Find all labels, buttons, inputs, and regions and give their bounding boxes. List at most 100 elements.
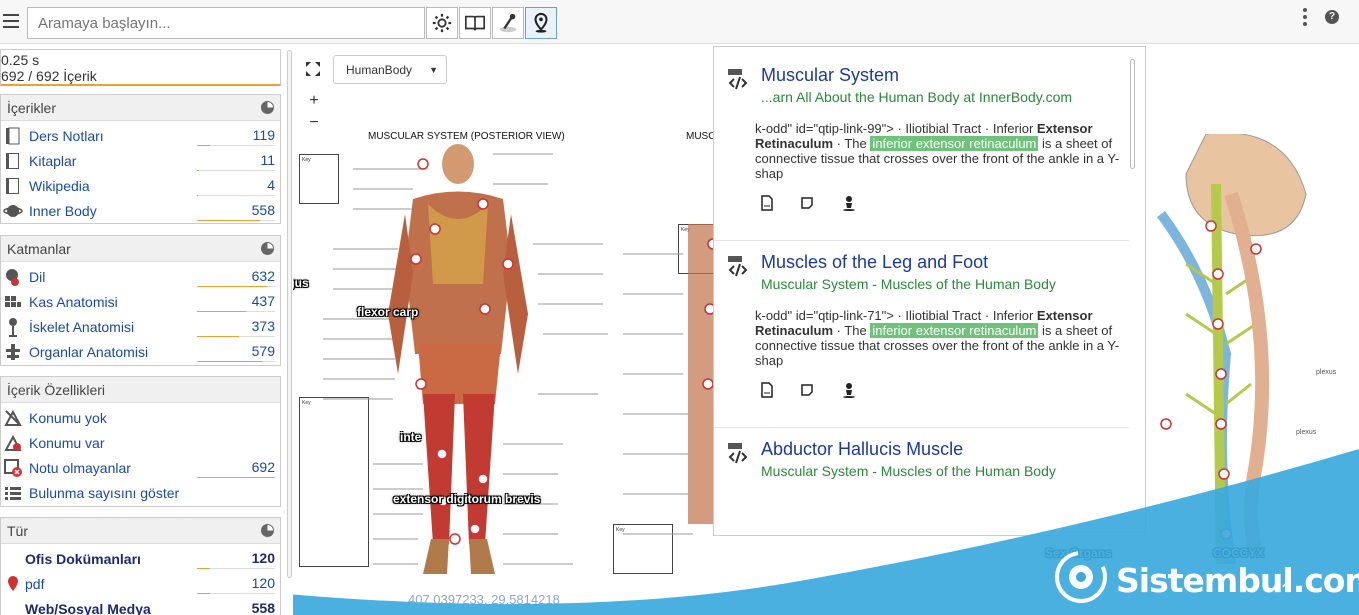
facet-item-label: Konumu yok: [29, 410, 107, 426]
code-file-icon: [728, 69, 748, 90]
facet-item-label: Ders Notları: [29, 128, 104, 144]
facet-item[interactable]: Bulunma sayısını göster: [1, 480, 280, 505]
facet-item[interactable]: Kas Anatomisi 437: [1, 289, 280, 314]
pin-flag-button[interactable]: [492, 7, 524, 39]
svg-text:plexus: plexus: [1296, 429, 1317, 436]
facet-item-label: İskelet Anatomisi: [29, 319, 135, 335]
facet-item-bar: [197, 170, 275, 171]
facet-item[interactable]: Konumu yok: [1, 405, 280, 430]
pin-flag-icon: [499, 13, 517, 33]
result-title[interactable]: Muscular System: [761, 65, 899, 86]
facet-item-count: 119: [252, 127, 275, 143]
pie-chart-icon[interactable]: [261, 242, 274, 255]
facet-item-label: Kitaplar: [29, 153, 77, 169]
settings-button[interactable]: [426, 7, 458, 39]
facet-katmanlar: Katmanlar Dil 632 Kas Anatomisi 437 İskelet …: [0, 235, 281, 366]
facet-item[interactable]: Organlar Anatomisi 579: [1, 339, 280, 364]
facet-title: İçerikler: [7, 100, 57, 116]
facet-item-label: Kas Anatomisi: [29, 294, 118, 310]
planet-icon: [3, 201, 23, 221]
notebook-icon: [3, 126, 23, 146]
list-icon: [3, 483, 23, 503]
facet-item-count: 120: [251, 550, 275, 566]
facet-header[interactable]: İçerikler: [1, 95, 280, 121]
facet-item-bar: [197, 568, 275, 569]
sidebar: 0.25 s 692 / 692 İçerik İçerikler Ders N…: [0, 44, 284, 615]
facet-item[interactable]: Kitaplar 11: [1, 148, 280, 173]
book-button[interactable]: [459, 7, 491, 39]
facet-item-count: 373: [251, 318, 275, 334]
facet-item-bar: [197, 593, 275, 594]
snippet-text: · The: [833, 136, 871, 151]
facet-item-label: Konumu var: [29, 435, 105, 451]
skeleton-icon: [3, 317, 23, 337]
help-icon[interactable]: ?: [1325, 10, 1339, 24]
snippet-highlight: inferior extensor retinaculum: [870, 323, 1039, 338]
chart-title: MUSCULAR SYSTEM (POSTERIOR VIEW): [368, 131, 565, 142]
muscle-icon: [3, 292, 23, 312]
coordinate-readout: 407.0397233, 29.5814218: [408, 592, 560, 607]
facet-item[interactable]: Wikipedia 4: [1, 173, 280, 198]
facet-item[interactable]: Inner Body 558: [1, 198, 280, 223]
facet-item[interactable]: Ofis Dokümanları 120: [1, 546, 280, 571]
zoom-out-button[interactable]: −: [303, 114, 325, 132]
map-label[interactable]: abductor pollicis longus: [293, 276, 309, 290]
result-count: 692 / 692 İçerik: [1, 68, 97, 84]
result-title[interactable]: Muscles of the Leg and Foot: [761, 252, 988, 273]
facet-header[interactable]: İçerik Özellikleri: [1, 377, 280, 403]
location-icon: [3, 433, 23, 453]
note-icon[interactable]: [799, 382, 815, 398]
fullscreen-icon[interactable]: [305, 61, 321, 77]
facet-title: Katmanlar: [7, 241, 71, 257]
result-subtitle: ...arn All About the Human Body at Inner…: [761, 89, 1073, 105]
facet-item-count: 632: [251, 268, 275, 284]
popup-scrollbar[interactable]: [1130, 59, 1135, 169]
top-toolbar: ?: [0, 0, 1359, 44]
result-snippet: k-odd" id="qtip-link-99"> · Iliotibial T…: [755, 121, 1127, 181]
facet-item-bar: [197, 286, 275, 287]
facet-item[interactable]: Notu olmayanlar 692: [1, 455, 280, 480]
layer-select[interactable]: HumanBody ▼: [333, 55, 447, 84]
facet-item[interactable]: Konumu var: [1, 430, 280, 455]
facet-item-count: 558: [251, 600, 275, 615]
location-button[interactable]: [525, 7, 557, 39]
person-pin-icon[interactable]: [841, 195, 857, 211]
pie-chart-icon[interactable]: [261, 101, 274, 114]
facet-tur: Tür Ofis Dokümanları 120 pdf 120 Web/Sosyal …: [0, 517, 281, 615]
document-icon[interactable]: [759, 382, 775, 398]
facet-item-bar: [197, 195, 275, 196]
more-options-icon[interactable]: [1303, 8, 1309, 29]
facet-item[interactable]: Ders Notları 119: [1, 123, 280, 148]
map-view[interactable]: MUSCULAR SYSTEM (POSTERIOR VIEW) MUSCULA…: [293, 44, 1359, 615]
book-icon: [465, 15, 485, 31]
facet-item[interactable]: pdf 120: [1, 571, 280, 596]
wikipedia-icon: [3, 176, 23, 196]
document-icon[interactable]: [759, 195, 775, 211]
facet-item[interactable]: Web/Sosyal Medya 558: [1, 596, 280, 615]
facet-title: İçerik Özellikleri: [7, 382, 106, 398]
map-label[interactable]: flexor carp: [357, 305, 418, 319]
svg-text:plexus: plexus: [1316, 369, 1337, 376]
person-pin-icon[interactable]: [841, 382, 857, 398]
facet-item-label: Ofis Dokümanları: [25, 551, 141, 567]
code-file-icon: [728, 256, 748, 277]
chevron-down-icon: ▼: [429, 65, 438, 75]
zoom-in-button[interactable]: +: [303, 92, 325, 110]
facet-item[interactable]: Dil 632: [1, 264, 280, 289]
facet-header[interactable]: Tür: [1, 518, 280, 544]
face-icon: [3, 267, 23, 287]
snippet-text: · The: [833, 323, 871, 338]
panel-splitter[interactable]: [285, 44, 293, 615]
facet-item[interactable]: İskelet Anatomisi 373: [1, 314, 280, 339]
facet-item-count: 120: [251, 575, 275, 591]
pie-chart-icon[interactable]: [261, 524, 274, 537]
search-input[interactable]: [27, 7, 425, 39]
note-icon[interactable]: [799, 195, 815, 211]
location-pin-icon: [534, 12, 548, 33]
map-label[interactable]: inte: [400, 430, 421, 444]
pdf-icon: [3, 574, 23, 594]
facet-header[interactable]: Katmanlar: [1, 236, 280, 262]
menu-icon[interactable]: [3, 14, 19, 28]
chevron-up-icon[interactable]: ⌃: [1278, 578, 1295, 603]
book-icon: [3, 151, 23, 171]
